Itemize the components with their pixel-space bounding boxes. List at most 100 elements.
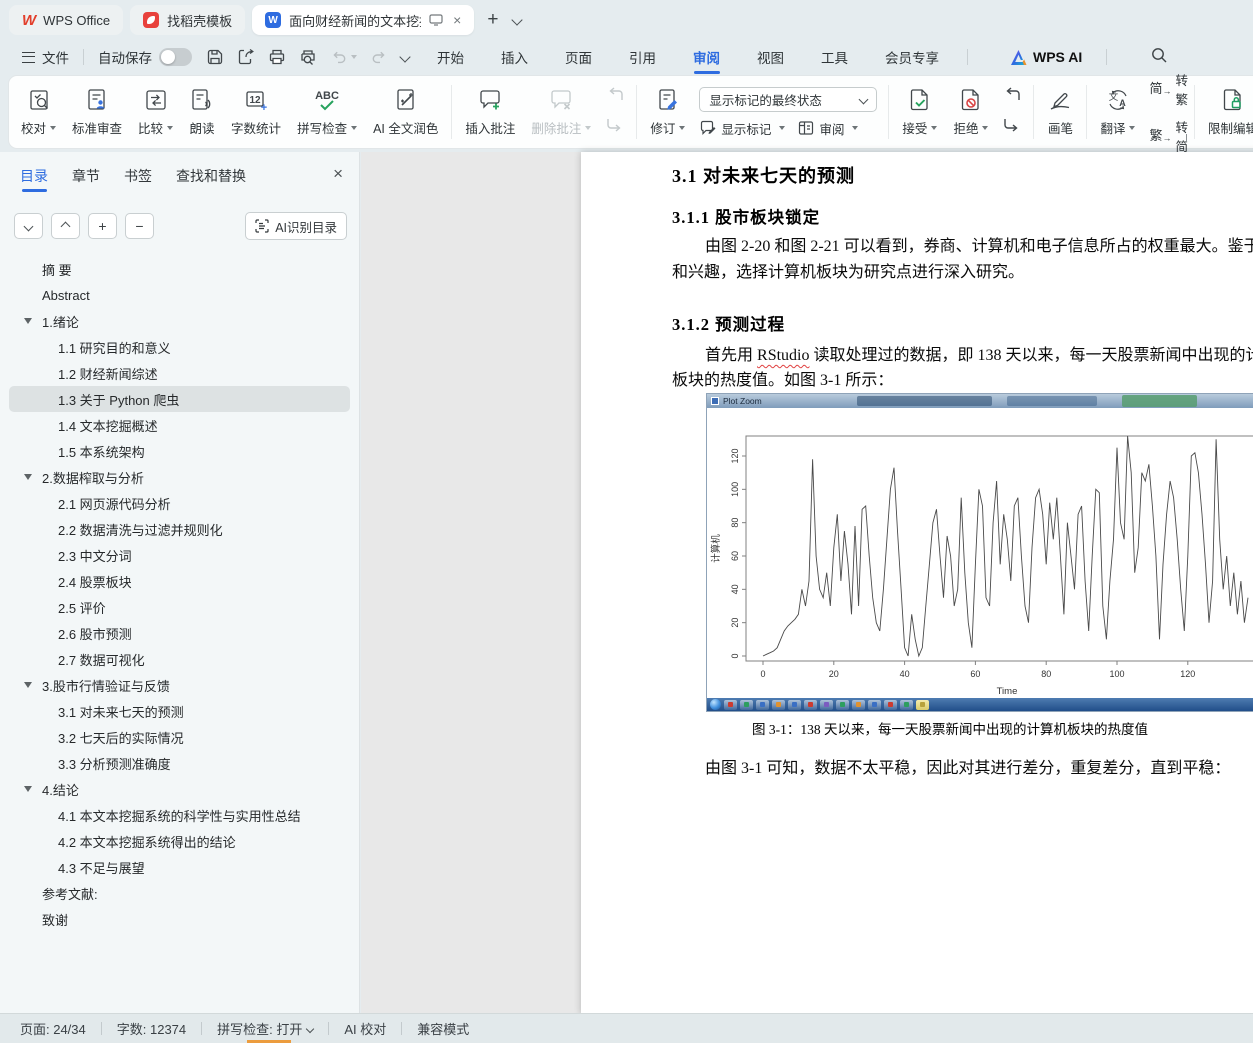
tab-list-chevron-icon[interactable] <box>512 14 523 25</box>
tab-wps-home[interactable]: W WPS Office <box>9 5 123 35</box>
menu-tab[interactable]: 工具 <box>819 41 850 73</box>
ai-polish-icon <box>393 87 419 113</box>
ribbon-ai-polish-button[interactable]: AI 全文润色 <box>365 87 446 137</box>
menu-tab[interactable]: 开始 <box>435 41 466 73</box>
document-page[interactable]: 3.1 对未来七天的预测 3.1.1 股市板块锁定 由图 2-20 和图 2-2… <box>581 152 1253 1014</box>
menu-tab[interactable]: 插入 <box>499 41 530 73</box>
ribbon-word-count-button[interactable]: 12+ 字数统计 <box>223 87 289 137</box>
toc-item[interactable]: 1.2 财经新闻综述 <box>9 360 350 386</box>
ribbon-spell-check-button[interactable]: ABC 拼写检查 <box>289 87 365 137</box>
print-preview-button[interactable] <box>299 48 317 66</box>
toc-item[interactable]: 1.绪论 <box>9 308 350 334</box>
toc-item[interactable]: 2.3 中文分词 <box>9 542 350 568</box>
ribbon-insert-comment-button[interactable]: 插入批注 <box>457 87 523 137</box>
ribbon-delete-comment-button[interactable]: 删除批注 <box>523 87 599 137</box>
chevron-down-icon <box>24 221 34 231</box>
menu-tab[interactable]: 视图 <box>755 41 786 73</box>
show-markup-button[interactable]: 显示标记 <box>699 119 785 138</box>
blurred-green-button <box>1122 395 1197 407</box>
qa-customize-chevron-icon[interactable] <box>399 51 410 62</box>
tab-document[interactable]: W 面向财经新闻的文本挖掘系统 × <box>252 5 474 35</box>
to-simplified-button[interactable]: 繁→ 转简 <box>1149 117 1188 155</box>
file-menu-button[interactable]: 文件 <box>22 47 69 67</box>
toc-item-label: 3.3 分析预测准确度 <box>58 754 171 773</box>
autosave-toggle[interactable] <box>159 48 192 66</box>
toc-item[interactable]: 2.4 股票板块 <box>9 568 350 594</box>
ribbon-standard-review-button[interactable]: 标准审查 <box>64 87 130 137</box>
toc-collapse-button[interactable] <box>51 213 80 239</box>
new-tab-button[interactable]: + <box>487 9 498 31</box>
ribbon-translate-button[interactable]: 文A 翻译 <box>1092 87 1143 137</box>
ai-recognize-toc-button[interactable]: AI识别目录 <box>245 212 347 240</box>
toc-item[interactable]: 3.股市行情验证与反馈 <box>9 672 350 698</box>
next-comment-button[interactable] <box>605 116 625 137</box>
search-button[interactable] <box>1151 47 1168 67</box>
status-spellcheck[interactable]: 拼写检查: 打开 <box>217 1019 313 1038</box>
sidebar-tab[interactable]: 目录 <box>20 166 48 192</box>
menu-tab[interactable]: 审阅 <box>691 41 722 73</box>
sidebar-tab[interactable]: 章节 <box>72 166 100 192</box>
toc-item[interactable]: 2.5 评价 <box>9 594 350 620</box>
menu-tab-label: 引用 <box>629 51 656 66</box>
status-page-indicator[interactable]: 页面: 24/34 <box>20 1019 86 1038</box>
toc-item[interactable]: 1.5 本系统架构 <box>9 438 350 464</box>
wps-ai-button[interactable]: WPS AI <box>1010 49 1082 65</box>
print-button[interactable] <box>268 48 286 66</box>
toc-zoom-out-button[interactable]: − <box>125 213 154 239</box>
toc-item[interactable]: 3.2 七天后的实际情况 <box>9 724 350 750</box>
ribbon-proofread-button[interactable]: 校对 <box>13 87 64 137</box>
sidebar-tab[interactable]: 书签 <box>124 166 152 192</box>
undo-button[interactable] <box>330 48 357 66</box>
previous-comment-button[interactable] <box>605 87 625 108</box>
sidebar-tab[interactable]: 查找和替换 <box>176 166 246 192</box>
redo-button[interactable] <box>370 48 388 66</box>
toc-expand-button[interactable] <box>14 213 43 239</box>
status-word-count[interactable]: 字数: 12374 <box>117 1019 186 1038</box>
toc-item[interactable]: 2.7 数据可视化 <box>9 646 350 672</box>
doc-paragraph-line: 首先用 RStudio 读取处理过的数据，即 138 天以来，每一天股票新闻中出… <box>705 341 1253 365</box>
toc-item[interactable]: 摘 要 <box>9 256 350 282</box>
ribbon-accept-button[interactable]: 接受 <box>894 87 945 137</box>
menu-tab[interactable]: 页面 <box>563 41 594 73</box>
status-ai-proofread[interactable]: AI 校对 <box>344 1019 386 1038</box>
toc-item[interactable]: 2.6 股市预测 <box>9 620 350 646</box>
toc-item[interactable]: 4.2 本文本挖掘系统得出的结论 <box>9 828 350 854</box>
toc-item[interactable]: 1.1 研究目的和意义 <box>9 334 350 360</box>
dialog-launcher-icon[interactable] <box>1186 134 1187 142</box>
toc-item[interactable]: Abstract <box>9 282 350 308</box>
toc-item[interactable]: 4.1 本文本挖掘系统的科学性与实用性总结 <box>9 802 350 828</box>
next-change-button[interactable] <box>1002 116 1022 137</box>
previous-change-button[interactable] <box>1002 87 1022 108</box>
tab-docer-templates[interactable]: 找稻壳模板 <box>130 5 245 35</box>
toc-item[interactable]: 4.3 不足与展望 <box>9 854 350 880</box>
export-button[interactable] <box>237 48 255 66</box>
reviewing-pane-button[interactable]: 审阅 <box>797 119 858 138</box>
toc-item[interactable]: 2.1 网页源代码分析 <box>9 490 350 516</box>
ribbon-restrict-editing-button[interactable]: 限制编辑 <box>1200 87 1253 137</box>
toc-item[interactable]: 2.数据榨取与分析 <box>9 464 350 490</box>
toc-item[interactable]: 4.结论 <box>9 776 350 802</box>
markup-state-dropdown[interactable]: 显示标记的最终状态 <box>699 87 877 112</box>
autosave-label: 自动保存 <box>98 47 152 67</box>
toc-item[interactable]: 1.4 文本挖掘概述 <box>9 412 350 438</box>
toc-zoom-in-button[interactable]: + <box>88 213 117 239</box>
ribbon-read-aloud-button[interactable]: 朗读 <box>181 87 223 137</box>
toc-item[interactable]: 3.1 对未来七天的预测 <box>9 698 350 724</box>
menu-tab[interactable]: 会员专享 <box>883 41 941 73</box>
ribbon-compare-button[interactable]: 比较 <box>130 87 181 137</box>
ribbon-pen-button[interactable]: 画笔 <box>1039 87 1081 137</box>
toc-item[interactable]: 参考文献: <box>9 880 350 906</box>
toc-item[interactable]: 1.3 关于 Python 爬虫 <box>9 386 350 412</box>
ribbon-track-changes-button[interactable]: 修订 <box>642 87 693 137</box>
ribbon-reject-button[interactable]: 拒绝 <box>945 87 996 137</box>
close-tab-icon[interactable]: × <box>453 12 461 28</box>
toc-item[interactable]: 3.3 分析预测准确度 <box>9 750 350 776</box>
to-traditional-button[interactable]: 简→ 转繁 <box>1149 70 1188 108</box>
save-button[interactable] <box>206 48 224 66</box>
toc-item[interactable]: 致谢 <box>9 906 350 932</box>
close-sidebar-icon[interactable]: × <box>333 164 343 184</box>
menu-tab-label: 会员专享 <box>885 51 939 66</box>
screen-share-icon[interactable] <box>429 14 443 26</box>
toc-item[interactable]: 2.2 数据清洗与过滤并规则化 <box>9 516 350 542</box>
menu-tab[interactable]: 引用 <box>627 41 658 73</box>
